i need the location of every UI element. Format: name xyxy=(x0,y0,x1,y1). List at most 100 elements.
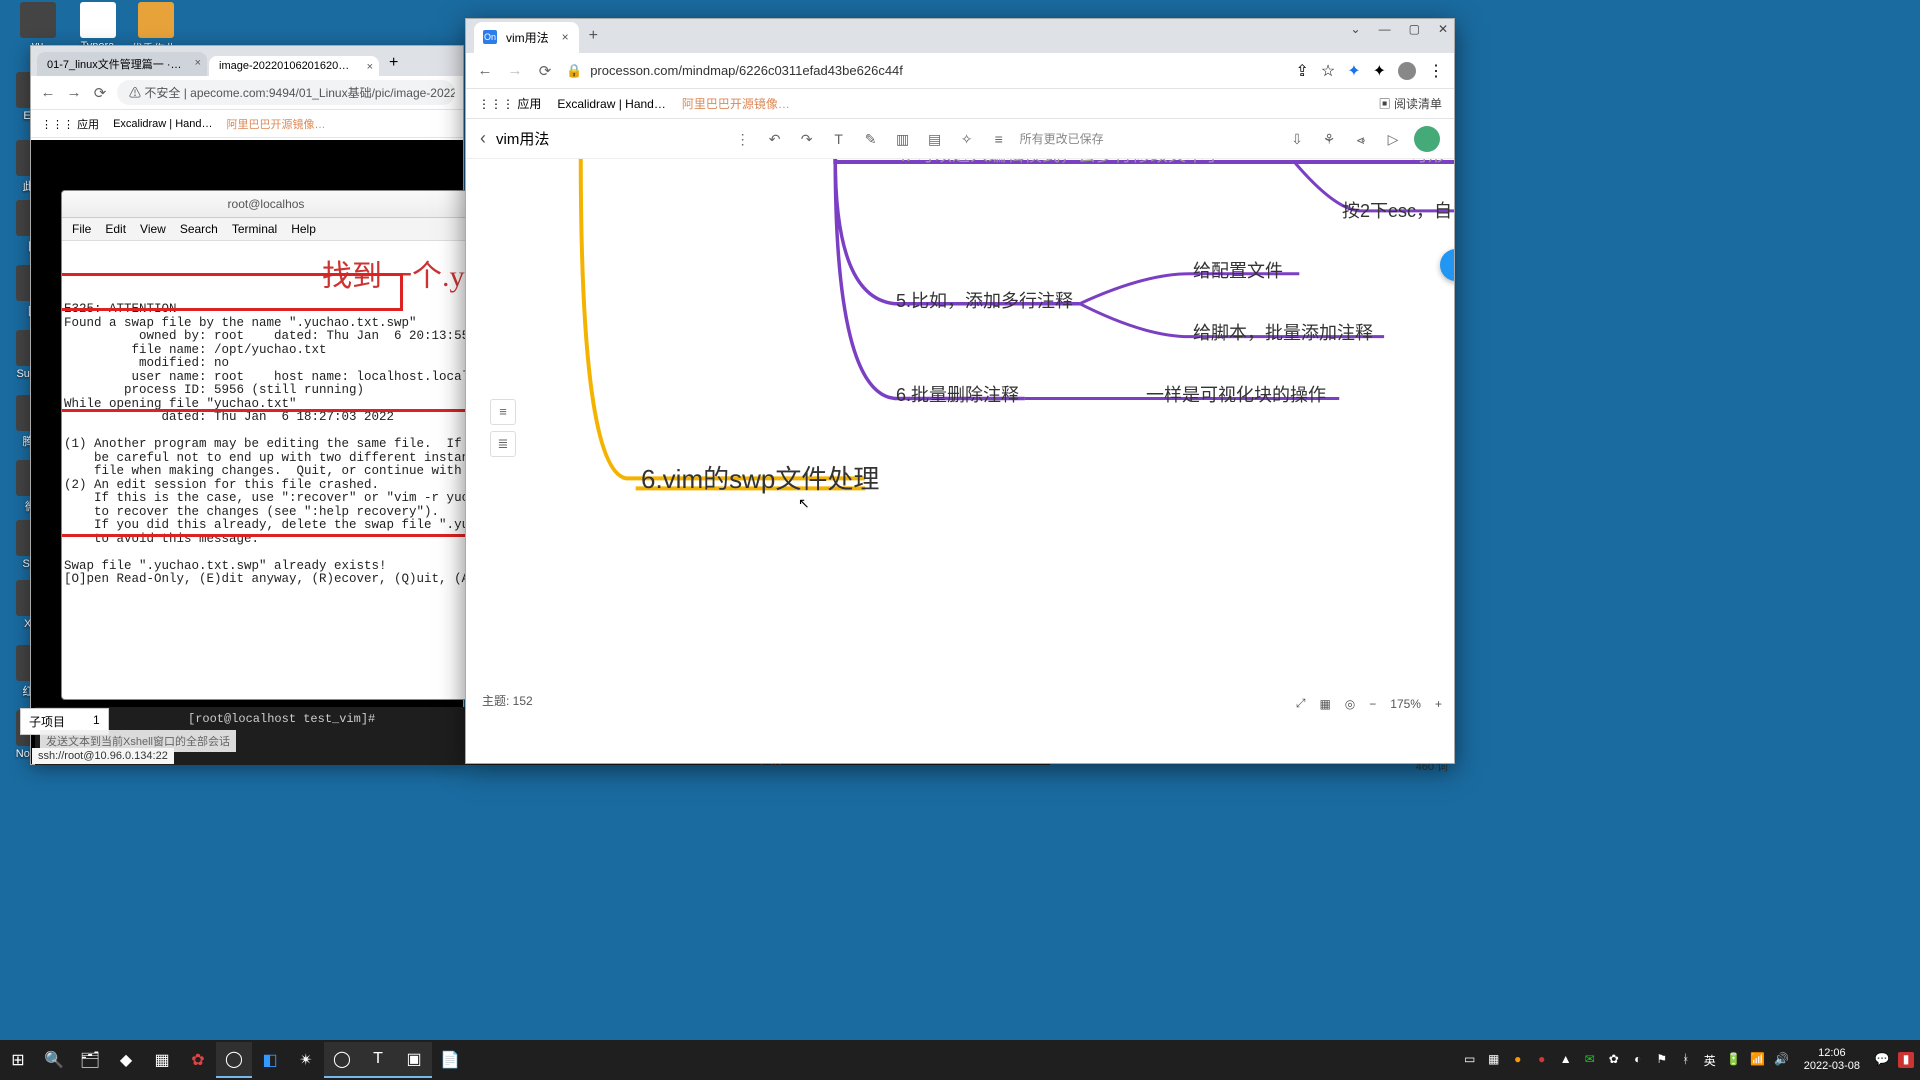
share-icon[interactable]: ⩹ xyxy=(1350,128,1372,150)
extension-icon[interactable]: ✦ xyxy=(1347,61,1360,81)
tray-icon[interactable]: ▭ xyxy=(1462,1052,1478,1068)
menu-icon[interactable]: ⋮ xyxy=(1428,61,1444,81)
volume-icon[interactable]: 🔊 xyxy=(1774,1052,1790,1068)
format-icon[interactable]: T xyxy=(828,128,850,150)
tray-icon[interactable]: ✿ xyxy=(1606,1052,1622,1068)
explorer-icon[interactable]: 🗂 xyxy=(72,1042,108,1078)
outline-toggle-icon[interactable]: ≡ xyxy=(490,399,516,425)
mm-node[interactable]: 可形 xyxy=(1410,159,1446,167)
dropdown-icon[interactable]: ⌄ xyxy=(1351,22,1361,36)
bookmark[interactable]: Excalidraw | Hand… xyxy=(113,118,212,130)
close-icon[interactable]: × xyxy=(562,30,569,44)
mindmap-canvas[interactable]: 4. 可以进入编辑模式，去多行修改文本了 可形 按2下esc，自 5.比如，添加… xyxy=(466,159,1454,715)
menu-view[interactable]: View xyxy=(140,222,166,236)
play-icon[interactable]: ▷ xyxy=(1382,128,1404,150)
new-tab-button[interactable]: + xyxy=(381,50,406,76)
extensions-icon[interactable]: ✦ xyxy=(1373,61,1386,81)
app-icon[interactable]: ◧ xyxy=(252,1042,288,1078)
more-icon[interactable]: ⋮ xyxy=(732,128,754,150)
ime-icon[interactable]: 英 xyxy=(1702,1052,1718,1068)
bookmark[interactable]: 阿里巴巴开源镜像… xyxy=(227,116,326,132)
outline-toggle-icon[interactable]: ≣ xyxy=(490,431,516,457)
start-button[interactable]: ⊞ xyxy=(0,1042,36,1078)
fullscreen-icon[interactable]: ⤢ xyxy=(1296,696,1306,711)
layout-icon[interactable]: ▤ xyxy=(924,128,946,150)
close-icon[interactable]: × xyxy=(367,61,373,73)
profile-avatar[interactable] xyxy=(1398,62,1416,80)
back-icon[interactable]: ‹ xyxy=(480,128,486,149)
redo-icon[interactable]: ↷ xyxy=(796,128,818,150)
forward-icon[interactable]: → xyxy=(65,84,83,101)
minimap-icon[interactable]: ▦ xyxy=(1319,697,1330,711)
chrome-window-back[interactable]: 01-7_linux文件管理篇一 · GitB× image-202201062… xyxy=(30,45,464,765)
close-icon[interactable]: ✕ xyxy=(1438,22,1448,36)
tray-icon[interactable]: ▦ xyxy=(1486,1052,1502,1068)
bookmark[interactable]: 阿里巴巴开源镜像… xyxy=(682,95,790,112)
tray-icon[interactable]: ⚑ xyxy=(1654,1052,1670,1068)
app-icon[interactable]: ▦ xyxy=(144,1042,180,1078)
tray-icon[interactable]: ● xyxy=(1534,1052,1550,1068)
back-icon[interactable]: ← xyxy=(39,84,57,101)
collab-icon[interactable]: ⚘ xyxy=(1318,128,1340,150)
minimize-icon[interactable]: — xyxy=(1379,22,1391,36)
settings-icon[interactable]: ✴ xyxy=(288,1042,324,1078)
magic-icon[interactable]: ✧ xyxy=(956,128,978,150)
pen-icon[interactable]: ✎ xyxy=(860,128,882,150)
bluetooth-icon[interactable]: ᚼ xyxy=(1678,1052,1694,1068)
mm-node[interactable]: 给配置文件 xyxy=(1193,257,1283,283)
star-icon[interactable]: ☆ xyxy=(1321,61,1335,81)
chrome-window-front[interactable]: ⌄ — ▢ ✕ On vim用法 × + ← → ⟳ 🔒 processon.c… xyxy=(465,18,1455,764)
menu-file[interactable]: File xyxy=(72,222,91,236)
tray-icon[interactable]: ▮ xyxy=(1898,1052,1914,1068)
wechat-icon[interactable]: ✉ xyxy=(1582,1052,1598,1068)
search-icon[interactable]: 🔍 xyxy=(36,1042,72,1078)
reload-icon[interactable]: ⟳ xyxy=(91,84,109,102)
typora-icon[interactable]: T xyxy=(360,1042,396,1078)
battery-icon[interactable]: 🔋 xyxy=(1726,1052,1742,1068)
zoom-out-icon[interactable]: − xyxy=(1369,697,1376,711)
tray-icon[interactable]: ◐ xyxy=(1630,1052,1646,1068)
forward-icon[interactable]: → xyxy=(506,62,524,79)
address-bar[interactable]: 🔒 processon.com/mindmap/6226c0311efad43b… xyxy=(566,63,1283,79)
new-tab-button[interactable]: + xyxy=(579,19,608,53)
reading-list[interactable]: ▣ 阅读清单 xyxy=(1379,95,1442,112)
mm-node[interactable]: 6.批量删除注释 xyxy=(896,381,1019,407)
menu-edit[interactable]: Edit xyxy=(105,222,126,236)
grid-icon[interactable]: ≡ xyxy=(988,128,1010,150)
clock[interactable]: 12:062022-03-08 xyxy=(1798,1047,1866,1073)
download-icon[interactable]: ⇩ xyxy=(1286,128,1308,150)
taskbar[interactable]: ⊞ 🔍 🗂 ◆ ▦ ✿ ◯ ◧ ✴ ◯ T ▣ 📄 ▭ ▦ ● ● ▲ ✉ ✿ … xyxy=(0,1040,1920,1080)
tab-active[interactable]: On vim用法 × xyxy=(474,22,579,53)
chrome-icon[interactable]: ◯ xyxy=(216,1042,252,1078)
mm-node[interactable]: 一样是可视化块的操作 xyxy=(1146,381,1326,407)
back-icon[interactable]: ← xyxy=(476,62,494,79)
mm-node-selected[interactable]: 6.vim的swp文件处理 xyxy=(641,459,879,496)
tab[interactable]: 01-7_linux文件管理篇一 · GitB× xyxy=(37,52,207,76)
mm-node[interactable]: 5.比如，添加多行注释 xyxy=(896,287,1073,313)
shell-prompt[interactable]: [root@localhost test_vim]# xyxy=(188,712,375,726)
tray-icon[interactable]: ● xyxy=(1510,1052,1526,1068)
tray-icon[interactable]: ▲ xyxy=(1558,1052,1574,1068)
wifi-icon[interactable]: 📶 xyxy=(1750,1052,1766,1068)
document-title[interactable]: vim用法 xyxy=(496,128,549,149)
menu-terminal[interactable]: Terminal xyxy=(232,222,277,236)
app-icon[interactable]: ✿ xyxy=(180,1042,216,1078)
locate-icon[interactable]: ◎ xyxy=(1345,697,1355,711)
tab-active[interactable]: image-202201062016­20288.p× xyxy=(209,56,379,76)
share-icon[interactable]: ⇪ xyxy=(1295,61,1308,81)
user-avatar[interactable] xyxy=(1414,126,1440,152)
mm-node[interactable]: 按2下esc，自 xyxy=(1342,197,1452,223)
mm-node[interactable]: 给脚本，批量添加注释 xyxy=(1193,319,1373,345)
app-icon[interactable]: 📄 xyxy=(432,1042,468,1078)
bookmark[interactable]: Excalidraw | Hand… xyxy=(557,97,666,111)
menu-help[interactable]: Help xyxy=(291,222,316,236)
menu-search[interactable]: Search xyxy=(180,222,218,236)
vm-icon[interactable]: ▣ xyxy=(396,1042,432,1078)
address-bar[interactable]: ⚠ 不安全 | apecome.com:9494/01_Linux基础/pic/… xyxy=(117,80,455,105)
undo-icon[interactable]: ↶ xyxy=(764,128,786,150)
layout-icon[interactable]: ▥ xyxy=(892,128,914,150)
apps-icon[interactable]: ⋮⋮⋮ 应用 xyxy=(41,116,99,132)
mm-node[interactable]: 4. 可以进入编辑模式，去多行修改文本了 xyxy=(896,159,1222,167)
maximize-icon[interactable]: ▢ xyxy=(1409,22,1420,36)
app-icon[interactable]: ◆ xyxy=(108,1042,144,1078)
